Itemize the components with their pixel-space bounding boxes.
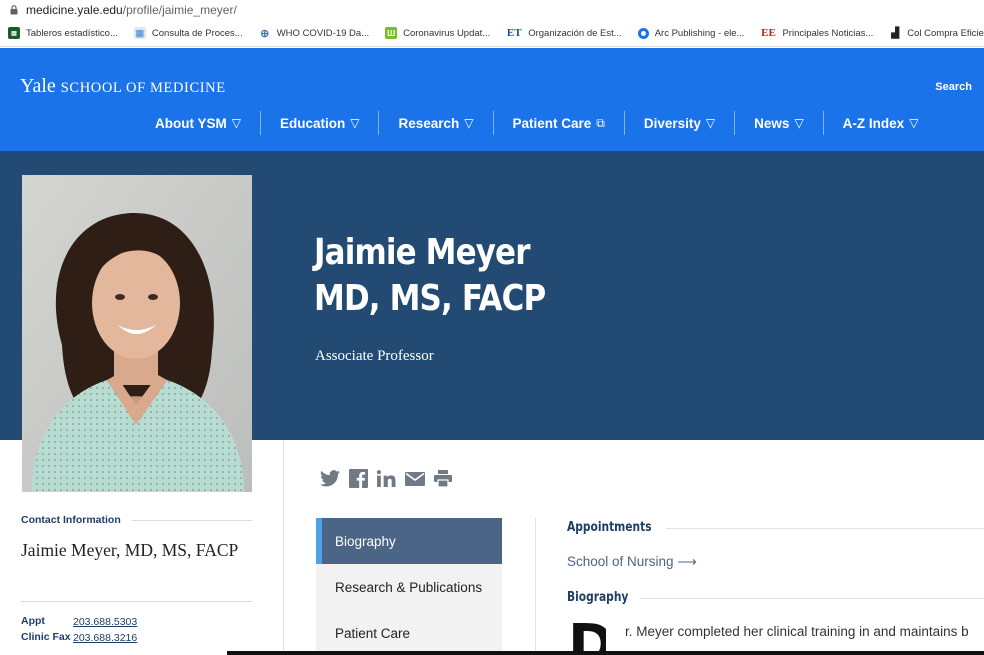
nav-item-education[interactable]: Education ▽ [259, 111, 379, 135]
globe-icon: ⊕ [260, 27, 270, 40]
external-link-icon: ⧉ [596, 115, 605, 130]
contact-info-heading: Contact Information [21, 514, 121, 526]
url-domain: medicine.yale.edu [26, 3, 123, 17]
bookmark-label: Organización de Est... [528, 27, 622, 39]
facebook-icon[interactable] [349, 469, 368, 488]
biography-heading: Biography [567, 590, 629, 605]
bookmark-label: Coronavirus Updat... [403, 27, 491, 39]
profile-name-line: Jaimie Meyer [314, 232, 530, 273]
nav-item-news[interactable]: News ▽ [734, 111, 823, 135]
linkedin-icon[interactable] [377, 470, 396, 487]
contact-name: Jaimie Meyer, MD, MS, FACP [21, 540, 239, 560]
profile-credentials-line: MD, MS, FACP [314, 278, 546, 319]
window-bottom-edge [227, 651, 984, 655]
email-icon[interactable] [405, 471, 425, 486]
tab-biography[interactable]: Biography [316, 518, 502, 564]
profile-photo [22, 175, 252, 492]
bookmark-coronavirus[interactable]: Ш Coronavirus Updat... [385, 27, 490, 39]
profile-name: Jaimie Meyer MD, MS, FACP [314, 230, 546, 322]
bookmark-who[interactable]: ⊕ WHO COVID-19 Da... [259, 27, 370, 40]
bookmark-consulta[interactable]: ▦ Consulta de Proces... [133, 27, 243, 39]
phone-number-link[interactable]: 203.688.5303 [73, 616, 137, 628]
portrait-image [22, 175, 252, 492]
chevron-down-icon: ▽ [350, 116, 360, 130]
nav-label: News [754, 115, 790, 131]
nav-label: Patient Care [512, 115, 592, 131]
chevron-down-icon: ▽ [464, 116, 474, 130]
dashboard-icon: ▤ [8, 27, 20, 39]
appointment-link[interactable]: School of Nursing ⟶ [567, 554, 697, 570]
site-header: Yale SCHOOL OF MEDICINE Search About YSM… [0, 48, 984, 151]
nav-item-patient-care[interactable]: Patient Care ⧉ [492, 111, 624, 135]
bookmark-tableros[interactable]: ▤ Tableros estadístico... [8, 27, 118, 39]
nav-item-diversity[interactable]: Diversity ▽ [623, 111, 734, 135]
search-link[interactable]: Search [935, 81, 972, 93]
document-icon: ▦ [133, 27, 146, 39]
url-path: /profile/jaimie_meyer/ [122, 3, 237, 17]
chart-icon: Ш [385, 27, 398, 39]
nav-label: Education [279, 115, 346, 131]
appointment-label: School of Nursing [567, 554, 674, 569]
tab-research-publications[interactable]: Research & Publications [316, 564, 502, 610]
column-divider [535, 518, 536, 655]
bookmark-label: Tableros estadístico... [26, 27, 118, 39]
nav-item-research[interactable]: Research ▽ [378, 111, 492, 135]
bookmark-label: Arc Publishing - ele... [654, 27, 745, 39]
ee-logo-icon: EE [761, 27, 776, 39]
chevron-down-icon: ▽ [705, 116, 716, 130]
circle-logo-icon [637, 27, 649, 39]
bars-icon: ▟ [891, 27, 900, 39]
bookmark-label: Col Compra Eficiente [907, 27, 984, 39]
appointments-heading: Appointments [567, 520, 652, 535]
chevron-down-icon: ▽ [909, 116, 919, 130]
profile-title: Associate Professor [315, 348, 434, 364]
nav-item-az-index[interactable]: A-Z Index ▽ [822, 111, 938, 135]
nav-label: About YSM [155, 115, 227, 131]
twitter-icon[interactable] [320, 470, 340, 487]
column-divider [283, 440, 284, 655]
phone-label: Appt [21, 615, 45, 627]
print-icon[interactable] [434, 470, 452, 487]
profile-tabs: Biography Research & Publications Patien… [316, 518, 502, 655]
biography-text: r. Meyer completed her clinical training… [625, 624, 969, 639]
bookmark-compra[interactable]: ▟ Col Compra Eficiente [889, 27, 984, 39]
lock-icon [10, 5, 18, 15]
phone-row-appt: Appt 203.688.5303 [21, 616, 137, 628]
phone-row-fax: Clinic Fax 203.688.3216 [21, 632, 137, 655]
arrow-right-icon: ⟶ [677, 554, 697, 569]
divider [640, 598, 984, 599]
bookmark-noticias[interactable]: EE Principales Noticias... [760, 27, 873, 39]
phone-label: Clinic Fax [21, 632, 71, 643]
phone-number-link[interactable]: 203.688.3216 [73, 632, 137, 655]
bookmark-arc[interactable]: Arc Publishing - ele... [637, 27, 745, 39]
bookmark-label: Consulta de Proces... [151, 27, 243, 39]
nav-label: Diversity [643, 115, 701, 131]
divider [21, 601, 252, 602]
bookmark-organizacion[interactable]: ET Organización de Est... [506, 27, 622, 39]
nav-label: A-Z Index [842, 115, 905, 131]
et-logo-icon: ET [506, 27, 522, 39]
bookmarks-bar: ▤ Tableros estadístico... ▦ Consulta de … [0, 20, 984, 47]
bookmark-label: WHO COVID-19 Da... [276, 27, 370, 39]
nav-label: Research [398, 115, 460, 131]
chevron-down-icon: ▽ [794, 116, 804, 130]
divider [132, 520, 252, 521]
divider [666, 528, 984, 529]
bookmark-label: Principales Noticias... [782, 27, 874, 39]
main-nav: About YSM ▽ Education ▽ Research ▽ Patient … [136, 111, 937, 135]
drop-cap: D [568, 618, 606, 655]
logo-yale-text: Yale [20, 75, 56, 97]
logo-school-text: SCHOOL OF MEDICINE [60, 80, 226, 96]
yale-logo[interactable]: Yale SCHOOL OF MEDICINE [20, 75, 226, 98]
nav-item-about[interactable]: About YSM ▽ [136, 111, 260, 135]
tab-patient-care[interactable]: Patient Care [316, 610, 502, 655]
share-toolbar [320, 469, 461, 488]
chevron-down-icon: ▽ [231, 116, 241, 130]
address-bar[interactable]: medicine.yale.edu/profile/jaimie_meyer/ [0, 0, 984, 20]
